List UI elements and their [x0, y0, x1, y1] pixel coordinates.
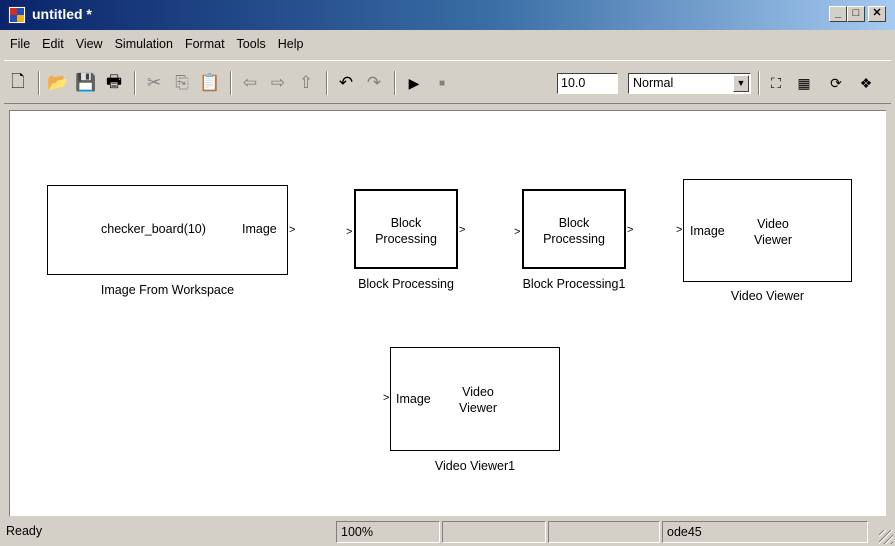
- toolbar-separator: [230, 71, 232, 95]
- image-from-workspace-block[interactable]: checker_board(10) Image: [47, 185, 288, 275]
- block-caption: Video Viewer: [730, 289, 805, 303]
- input-port-arrow[interactable]: >: [383, 393, 389, 404]
- menu-edit[interactable]: Edit: [36, 37, 70, 51]
- minimize-button[interactable]: _: [829, 6, 847, 22]
- open-icon[interactable]: 📂: [46, 71, 70, 95]
- toolbar-separator: [38, 71, 40, 95]
- block-label-line1: Video: [757, 217, 789, 231]
- model-canvas[interactable]: checker_board(10) Image > Image From Wor…: [9, 110, 886, 516]
- status-pane-empty: [442, 521, 546, 543]
- output-port-arrow[interactable]: >: [289, 225, 295, 236]
- status-text: Ready: [6, 524, 43, 538]
- input-port-arrow[interactable]: >: [676, 225, 682, 236]
- block-caption: Video Viewer1: [434, 459, 516, 473]
- copy-icon[interactable]: ⎘: [170, 71, 194, 95]
- block-label-line1: Block: [558, 216, 590, 230]
- input-port-label: Image: [690, 224, 725, 238]
- video-viewer1-block[interactable]: Image Video Viewer: [390, 347, 560, 451]
- status-pane-empty: [548, 521, 660, 543]
- block-label-line1: Block: [390, 216, 422, 230]
- library-browser-icon[interactable]: ⟳: [824, 71, 848, 95]
- output-port-arrow[interactable]: >: [627, 225, 633, 236]
- block-caption: Block Processing: [358, 277, 454, 291]
- chevron-down-icon[interactable]: ▼: [733, 75, 749, 92]
- output-port-arrow[interactable]: >: [459, 225, 465, 236]
- back-icon[interactable]: ⇦: [238, 71, 262, 95]
- output-port-label: Image: [242, 222, 277, 236]
- simulink-app-icon[interactable]: [8, 6, 26, 24]
- stop-icon[interactable]: ■: [430, 71, 454, 95]
- model-explorer-icon[interactable]: ▦: [792, 71, 816, 95]
- menu-bar: File Edit View Simulation Format Tools H…: [0, 32, 895, 56]
- block-caption: Image From Workspace: [100, 283, 235, 297]
- block-processing1-block[interactable]: Block Processing: [522, 189, 626, 269]
- zoom-level: 100%: [336, 521, 440, 543]
- title-bar: untitled * _ □ ✕: [0, 0, 895, 30]
- block-label-line2: Viewer: [754, 233, 792, 247]
- build-icon[interactable]: ⛶: [764, 71, 788, 95]
- resize-grip-icon[interactable]: [879, 530, 893, 544]
- menu-help[interactable]: Help: [272, 37, 310, 51]
- block-caption: Block Processing1: [522, 277, 626, 291]
- print-icon[interactable]: 🖶: [102, 71, 126, 95]
- menu-format[interactable]: Format: [179, 37, 231, 51]
- menu-file[interactable]: File: [4, 37, 36, 51]
- status-bar: Ready 100% ode45: [0, 518, 895, 546]
- input-port-label: Image: [396, 392, 431, 406]
- play-icon[interactable]: ▶: [402, 71, 426, 95]
- menu-simulation[interactable]: Simulation: [109, 37, 179, 51]
- toolbar-separator: [134, 71, 136, 95]
- toolbar: 🗋 📂 💾 🖶 ✂ ⎘ 📋 ⇦ ⇨ ⇧ ↶ ↷ ▶ ■ 10.0 Normal …: [4, 60, 891, 104]
- up-icon[interactable]: ⇧: [294, 71, 318, 95]
- video-viewer-block[interactable]: Image Video Viewer: [683, 179, 852, 282]
- block-label-line2: Processing: [543, 232, 605, 246]
- block-content: checker_board(10): [101, 222, 206, 236]
- redo-icon[interactable]: ↷: [362, 71, 386, 95]
- maximize-button[interactable]: □: [847, 6, 865, 22]
- simulation-mode-value: Normal: [633, 76, 674, 90]
- close-button[interactable]: ✕: [868, 6, 886, 22]
- input-port-arrow[interactable]: >: [514, 227, 520, 238]
- block-label-line2: Viewer: [459, 401, 497, 415]
- menu-view[interactable]: View: [70, 37, 109, 51]
- block-label-line2: Processing: [375, 232, 437, 246]
- menu-tools[interactable]: Tools: [231, 37, 272, 51]
- cut-icon[interactable]: ✂: [142, 71, 166, 95]
- block-label-line1: Video: [462, 385, 494, 399]
- debugger-icon[interactable]: ❖: [854, 71, 878, 95]
- simulation-mode-select[interactable]: Normal ▼: [628, 73, 751, 94]
- toolbar-separator: [394, 71, 396, 95]
- solver-name: ode45: [662, 521, 868, 543]
- toolbar-separator: [758, 71, 760, 95]
- window-title: untitled *: [32, 6, 92, 22]
- paste-icon[interactable]: 📋: [198, 71, 222, 95]
- stop-time-field[interactable]: 10.0: [557, 73, 618, 94]
- block-processing-block[interactable]: Block Processing: [354, 189, 458, 269]
- undo-icon[interactable]: ↶: [334, 71, 358, 95]
- toolbar-separator: [326, 71, 328, 95]
- save-icon[interactable]: 💾: [74, 71, 98, 95]
- new-icon[interactable]: 🗋: [6, 71, 30, 95]
- input-port-arrow[interactable]: >: [346, 227, 352, 238]
- forward-icon[interactable]: ⇨: [266, 71, 290, 95]
